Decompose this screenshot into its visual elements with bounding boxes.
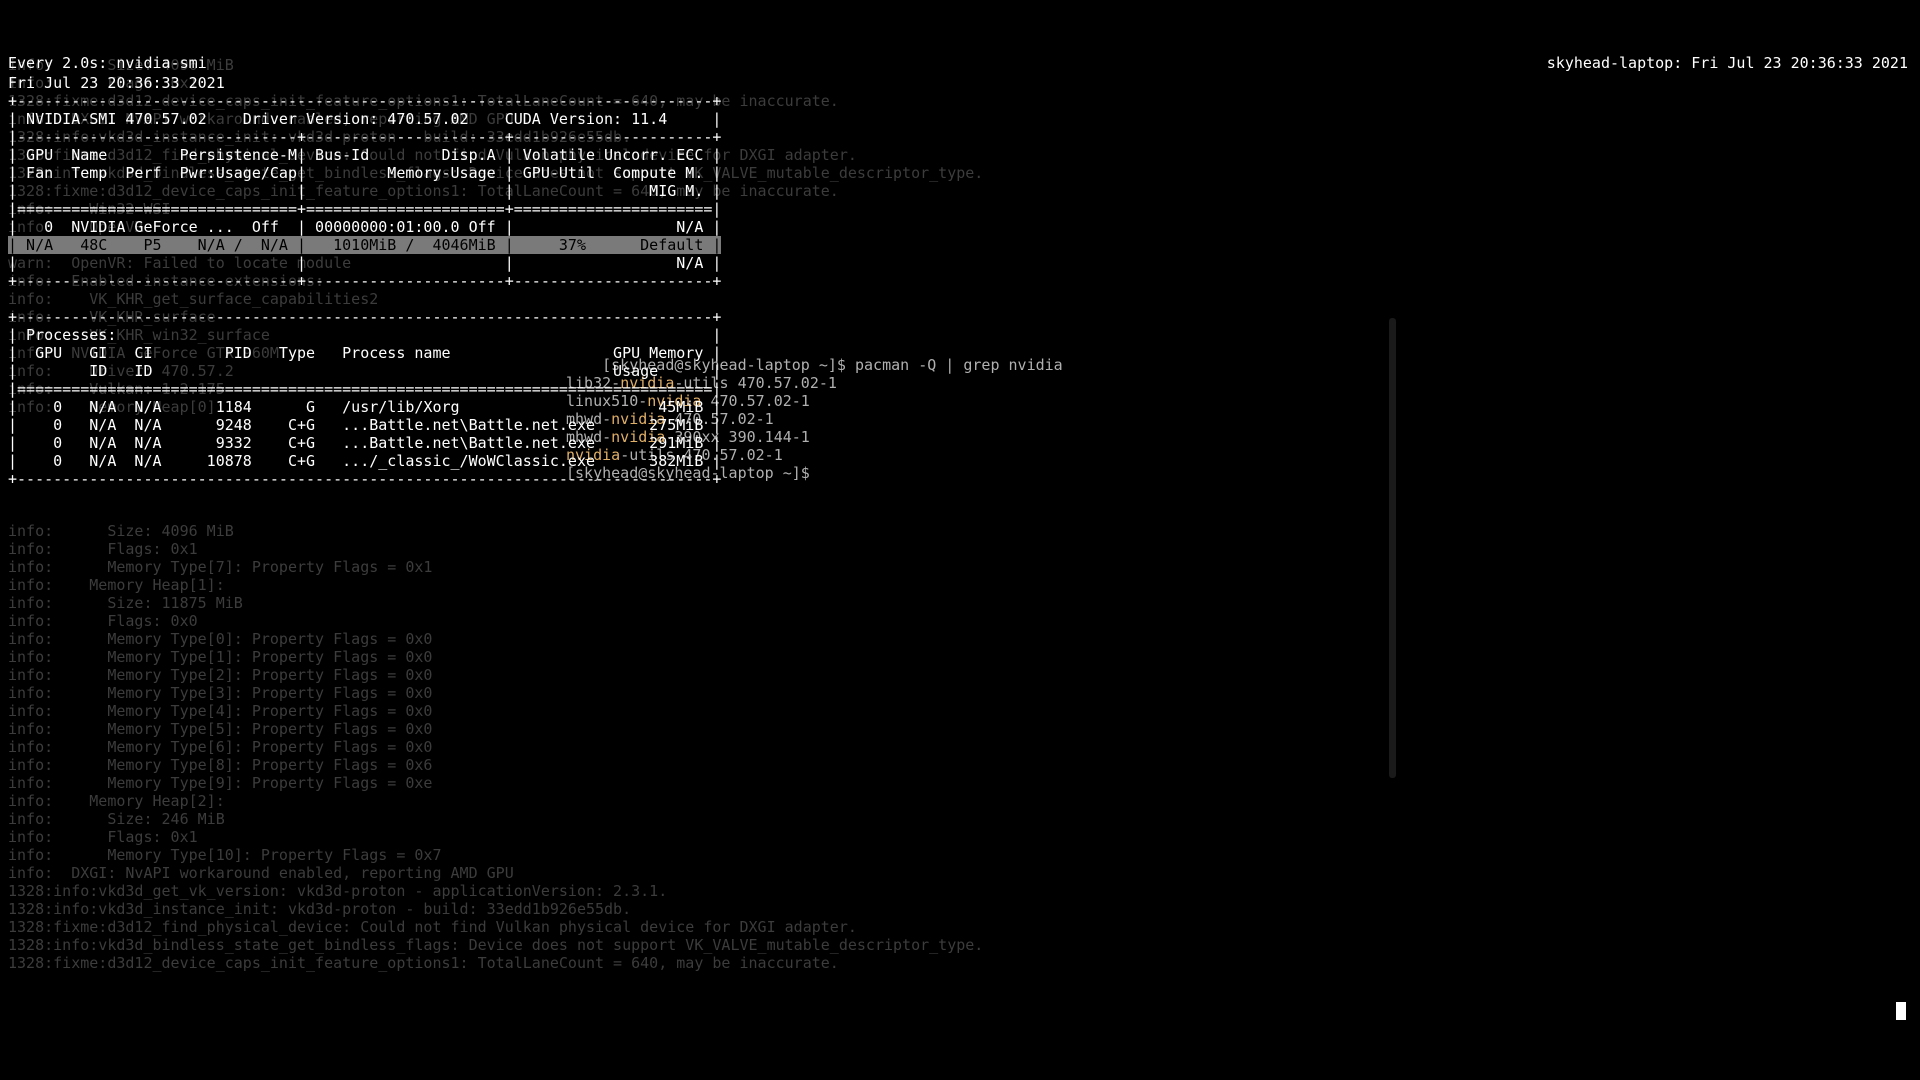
smi-sep: +---------------------------------------…: [8, 308, 721, 326]
watch-cmd: Every 2.0s: nvidia-smi: [8, 54, 207, 72]
smi-row: | | | N/A |: [8, 254, 721, 272]
watch-host-time: skyhead-laptop: Fri Jul 23 20:36:33 2021: [1547, 54, 1908, 72]
smi-date: Fri Jul 23 20:36:33 2021: [8, 74, 225, 92]
smi-proc-col: | ID ID Usage |: [8, 362, 721, 380]
smi-proc-row: | 0 N/A N/A 9332 C+G ...Battle.net\Battl…: [8, 434, 721, 452]
smi-proc-row: | 0 N/A N/A 1184 G /usr/lib/Xorg 45MiB |: [8, 398, 721, 416]
watch-header: Every 2.0s: nvidia-smi skyhead-laptop: F…: [8, 54, 1908, 72]
smi-sep: +---------------------------------------…: [8, 470, 721, 488]
smi-colhdr: | | | MIG M. |: [8, 182, 721, 200]
smi-sep: |=======================================…: [8, 380, 721, 398]
smi-proc-col: | GPU GI CI PID Type Process name GPU Me…: [8, 344, 721, 362]
block-cursor: [1896, 1002, 1906, 1020]
smi-proc-hdr: | Processes: |: [8, 326, 721, 344]
desktop-terminal-composite: info: Size: 4096 MiB info: Flags: 0x1 13…: [0, 0, 1920, 1080]
smi-sep: +-------------------------------+-------…: [8, 272, 721, 290]
smi-row-highlighted: | N/A 48C P5 N/A / N/A | 1010MiB / 4046M…: [8, 236, 721, 254]
smi-sep: +---------------------------------------…: [8, 92, 721, 110]
nvidia-smi-output: Fri Jul 23 20:36:33 2021 +--------------…: [8, 74, 721, 488]
smi-blank: [8, 290, 721, 308]
scrollbar[interactable]: [1389, 318, 1396, 778]
smi-header: | NVIDIA-SMI 470.57.02 Driver Version: 4…: [8, 110, 721, 128]
smi-sep: |-------------------------------+-------…: [8, 128, 721, 146]
smi-row: | 0 NVIDIA GeForce ... Off | 00000000:01…: [8, 218, 721, 236]
smi-colhdr: | GPU Name Persistence-M| Bus-Id Disp.A …: [8, 146, 721, 164]
smi-colhdr: | Fan Temp Perf Pwr:Usage/Cap| Memory-Us…: [8, 164, 721, 182]
smi-sep: |===============================+=======…: [8, 200, 721, 218]
smi-proc-row: | 0 N/A N/A 9248 C+G ...Battle.net\Battl…: [8, 416, 721, 434]
smi-proc-row: | 0 N/A N/A 10878 C+G .../_classic_/WoWC…: [8, 452, 721, 470]
